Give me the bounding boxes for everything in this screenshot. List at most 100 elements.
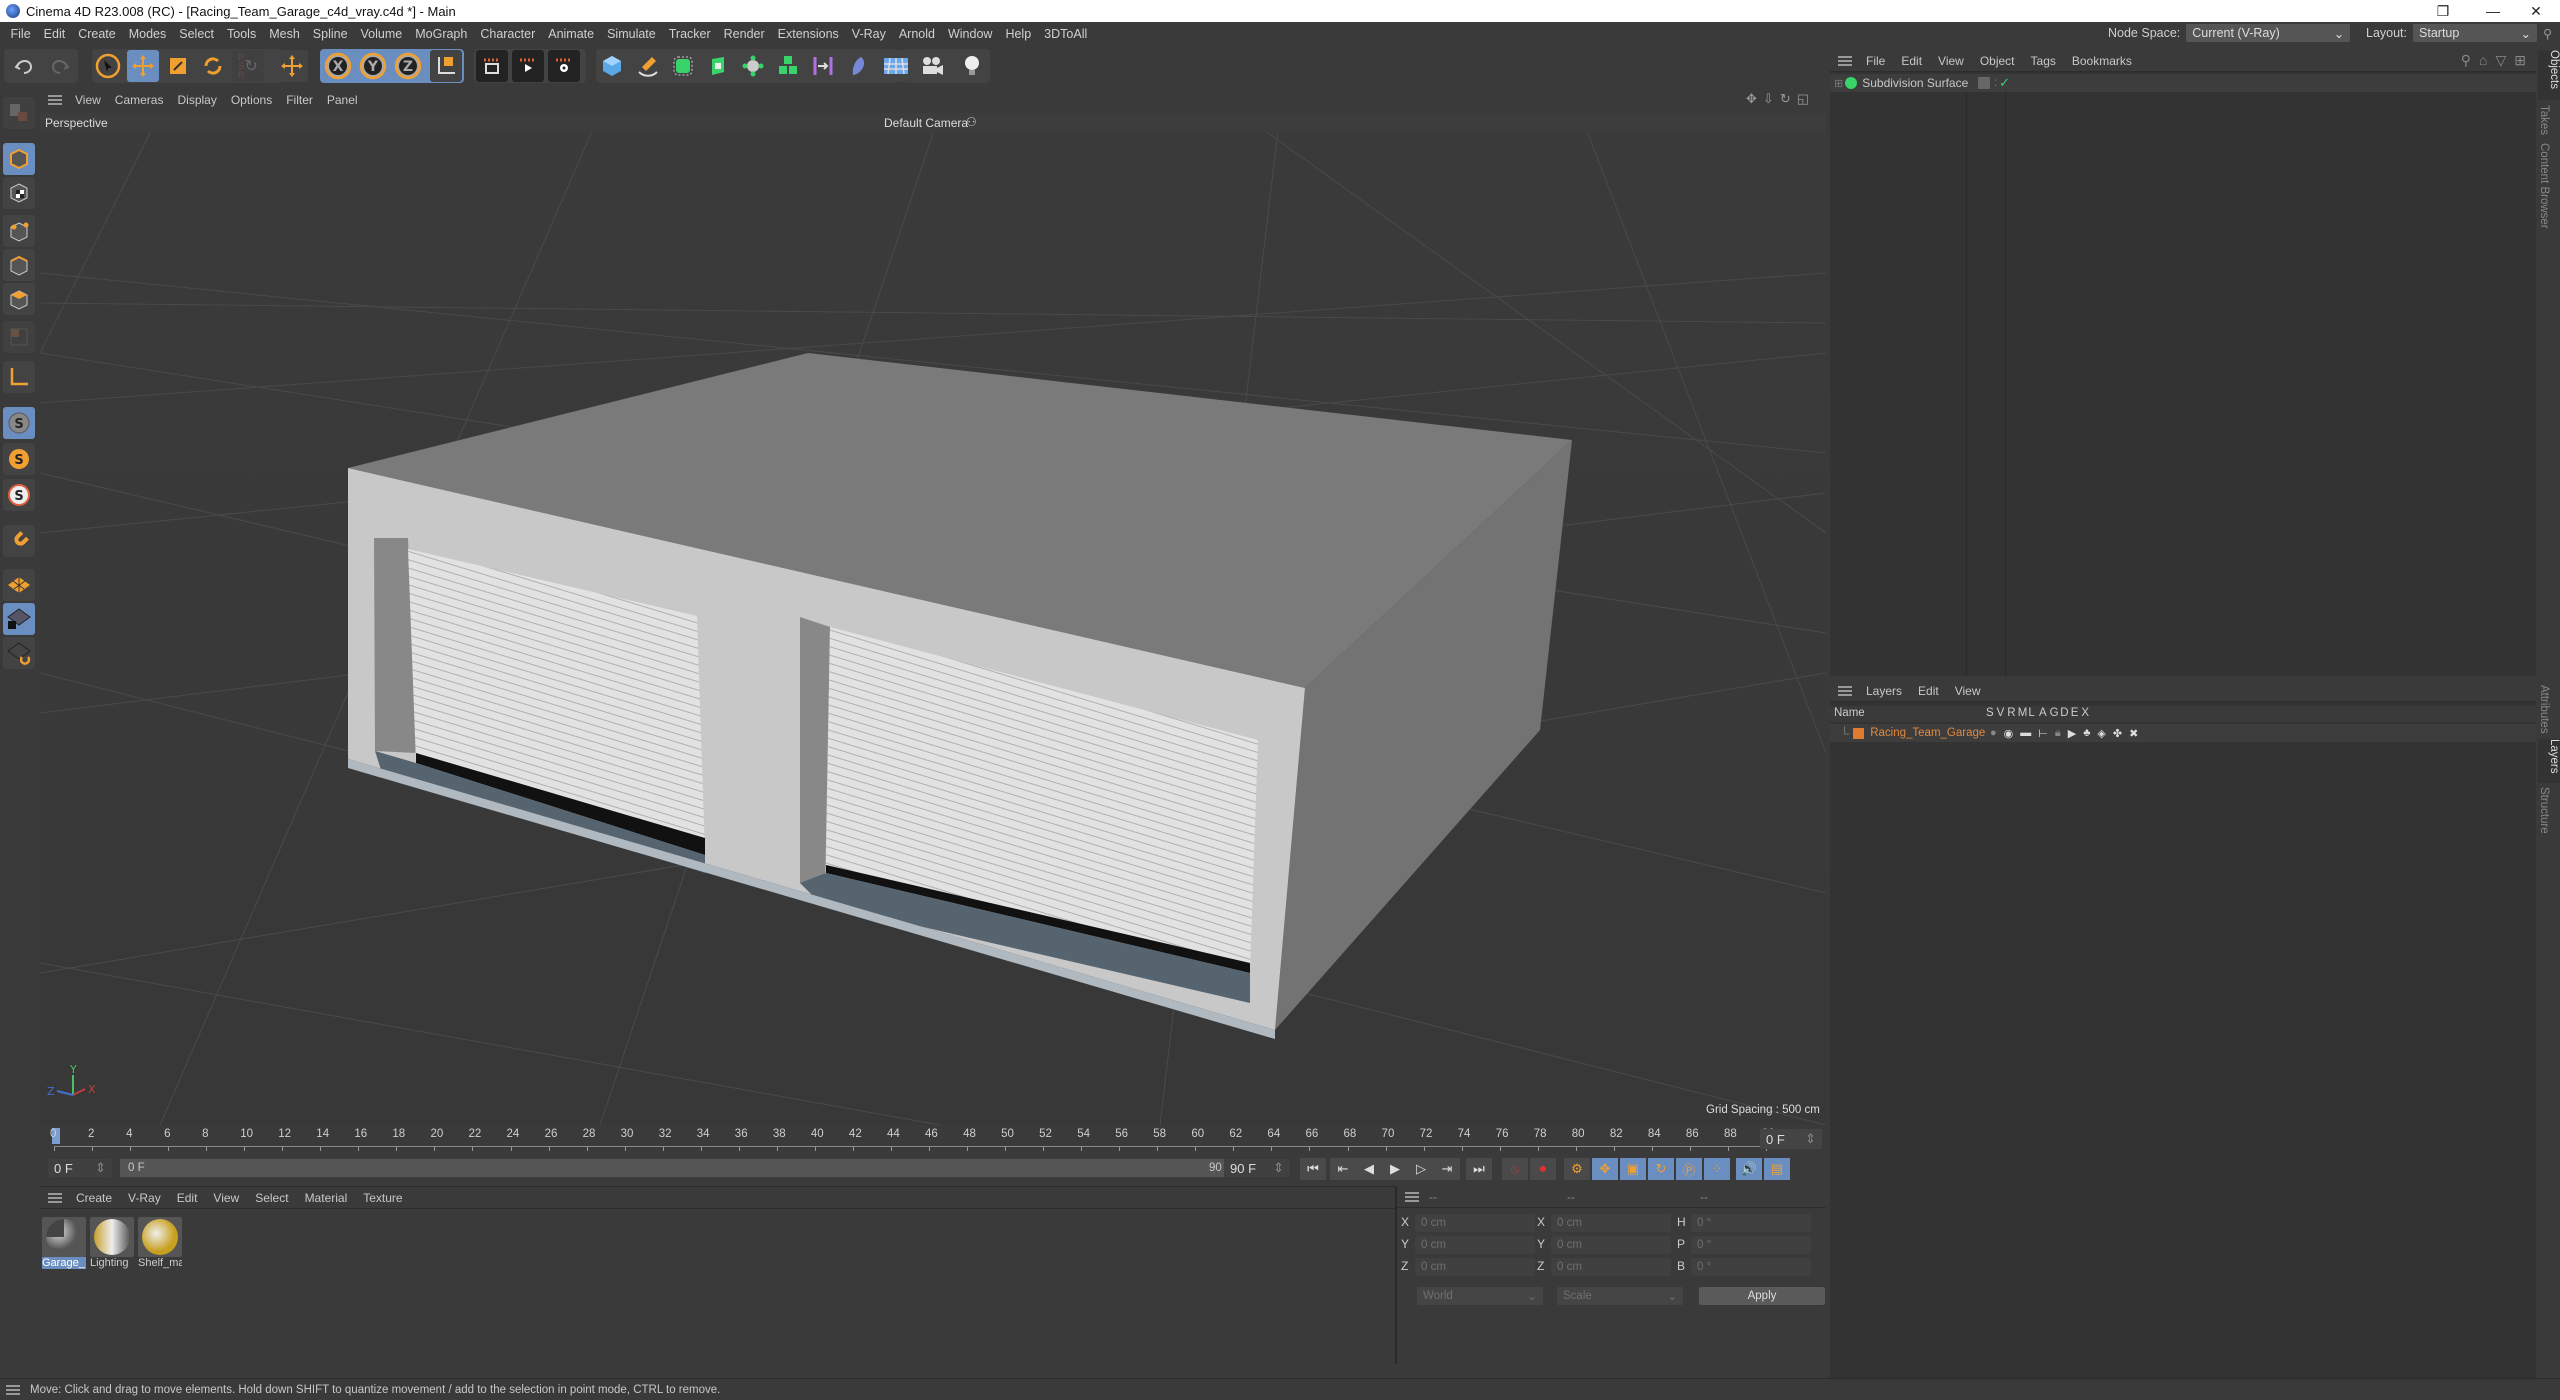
tab-attributes[interactable]: Attributes bbox=[2538, 685, 2550, 734]
object-menu-edit[interactable]: Edit bbox=[1893, 54, 1930, 68]
keyframe-settings-icon[interactable]: ⚙ bbox=[1564, 1158, 1590, 1180]
x-axis-icon[interactable]: X bbox=[322, 50, 354, 82]
menu-help[interactable]: Help bbox=[999, 27, 1038, 41]
viewport-menu-options[interactable]: Options bbox=[224, 93, 279, 107]
position-field[interactable]: 0 cm bbox=[1415, 1214, 1535, 1232]
object-row[interactable]: ⊞ Subdivision Surface ⁚ ✓ bbox=[1830, 74, 2536, 92]
render-view-icon[interactable] bbox=[476, 50, 508, 82]
menu-tracker[interactable]: Tracker bbox=[662, 27, 717, 41]
viewport-menu-filter[interactable]: Filter bbox=[279, 93, 320, 107]
current-frame-field[interactable]: 0 F ⇕ bbox=[1760, 1129, 1822, 1149]
search-icon[interactable]: ⚲ bbox=[2543, 26, 2552, 41]
rotation-field[interactable]: 0 ° bbox=[1691, 1258, 1811, 1276]
coordinate-system-icon[interactable] bbox=[430, 50, 462, 82]
uv-mode-icon[interactable] bbox=[3, 321, 35, 353]
key-position-icon[interactable]: ✥ bbox=[1592, 1158, 1618, 1180]
key-pla-icon[interactable]: ⁘ bbox=[1704, 1158, 1730, 1180]
redo-icon[interactable] bbox=[44, 50, 76, 82]
menu-simulate[interactable]: Simulate bbox=[601, 27, 663, 41]
sound-icon[interactable]: 🔊 bbox=[1736, 1158, 1762, 1180]
mograph-cloner-icon[interactable] bbox=[737, 50, 769, 82]
object-menu-file[interactable]: File bbox=[1858, 54, 1893, 68]
search-icon[interactable]: ⚲ bbox=[2461, 52, 2471, 69]
layer-menu-layers[interactable]: Layers bbox=[1858, 684, 1910, 698]
menu-create[interactable]: Create bbox=[72, 27, 123, 41]
position-field[interactable]: 0 cm bbox=[1415, 1236, 1535, 1254]
material-lighting[interactable]: Lighting bbox=[90, 1217, 134, 1273]
menu-tools[interactable]: Tools bbox=[221, 27, 263, 41]
locked-workplane-icon[interactable] bbox=[3, 603, 35, 635]
deformers-flag-icon[interactable]: ◈ bbox=[2097, 727, 2105, 740]
locked-flag-icon[interactable]: 🔒︎ bbox=[2055, 727, 2061, 740]
material-garage[interactable]: Garage_ bbox=[42, 1217, 86, 1273]
material-menu-texture[interactable]: Texture bbox=[355, 1191, 410, 1205]
light-icon[interactable] bbox=[956, 50, 988, 82]
pan-icon[interactable]: ✥ bbox=[1746, 91, 1757, 107]
menu-select[interactable]: Select bbox=[173, 27, 221, 41]
render-icon[interactable] bbox=[512, 50, 544, 82]
viewport-menu-cameras[interactable]: Cameras bbox=[108, 93, 171, 107]
layer-column-x[interactable]: X bbox=[2081, 707, 2089, 719]
filter-icon[interactable]: ▽ bbox=[2495, 52, 2506, 69]
tab-objects[interactable]: Objects bbox=[2538, 50, 2560, 100]
tab-structure[interactable]: Structure bbox=[2538, 787, 2550, 834]
make-editable-icon[interactable] bbox=[3, 97, 35, 129]
material-menu-edit[interactable]: Edit bbox=[169, 1191, 206, 1205]
expressions-flag-icon[interactable]: ✤ bbox=[2113, 727, 2122, 740]
layout-dropdown[interactable]: Startup ⌄ bbox=[2413, 24, 2538, 42]
material-menu-view[interactable]: View bbox=[205, 1191, 247, 1205]
tab-layers[interactable]: Layers bbox=[2538, 739, 2560, 783]
cube-icon[interactable] bbox=[596, 50, 628, 82]
key-rotation-icon[interactable]: ↻ bbox=[1648, 1158, 1674, 1180]
home-icon[interactable]: ⌂ bbox=[2479, 52, 2487, 69]
timeline-ruler[interactable]: 0 2 4 6 8 10 12 14 16 18 20 22 24 26 28 30 32 34 36 38 40 42 4… bbox=[40, 1125, 1826, 1157]
menu-v-ray[interactable]: V-Ray bbox=[845, 27, 892, 41]
move-icon[interactable] bbox=[127, 50, 159, 82]
material-menu-material[interactable]: Material bbox=[297, 1191, 356, 1205]
texture-mode-icon[interactable] bbox=[3, 177, 35, 209]
animation-flag-icon[interactable]: ▶ bbox=[2068, 727, 2076, 740]
layer-color-swatch[interactable] bbox=[1853, 727, 1865, 739]
solo-flag-icon[interactable]: ● bbox=[1990, 727, 1997, 740]
apply-button[interactable]: Apply bbox=[1699, 1287, 1825, 1305]
expand-icon[interactable]: ⊞ bbox=[1834, 77, 1843, 90]
autokey-icon[interactable]: ⏺ bbox=[1530, 1158, 1556, 1180]
undo-icon[interactable] bbox=[8, 50, 40, 82]
menu-render[interactable]: Render bbox=[717, 27, 771, 41]
menu-animate[interactable]: Animate bbox=[542, 27, 601, 41]
go-to-end-button[interactable]: ⏭ bbox=[1466, 1158, 1492, 1180]
deformer-icon[interactable] bbox=[807, 50, 839, 82]
go-to-start-button[interactable]: ⏮ bbox=[1300, 1158, 1326, 1180]
add-icon[interactable] bbox=[276, 50, 308, 82]
hamburger-icon[interactable] bbox=[1405, 1191, 1419, 1202]
rotate-icon[interactable] bbox=[197, 50, 229, 82]
menu-window[interactable]: Window bbox=[941, 27, 998, 41]
material-menu-v-ray[interactable]: V-Ray bbox=[120, 1191, 169, 1205]
hamburger-icon[interactable] bbox=[1838, 55, 1852, 66]
hamburger-icon[interactable] bbox=[48, 1192, 62, 1203]
layer-column-name[interactable]: Name bbox=[1834, 707, 1865, 719]
play-button[interactable]: ▶ bbox=[1382, 1158, 1408, 1180]
next-frame-button[interactable]: ▷ bbox=[1408, 1158, 1434, 1180]
solo-icon[interactable]: S bbox=[3, 443, 35, 475]
layer-menu-view[interactable]: View bbox=[1947, 684, 1989, 698]
menu-mesh[interactable]: Mesh bbox=[263, 27, 307, 41]
layer-tag-icon[interactable] bbox=[1978, 77, 1991, 89]
rotation-field[interactable]: 0 ° bbox=[1691, 1214, 1811, 1232]
coordinate-mode-dropdown[interactable]: World ⌄ bbox=[1417, 1287, 1543, 1305]
minimize-button[interactable]: — bbox=[2470, 0, 2516, 22]
menu-character[interactable]: Character bbox=[474, 27, 542, 41]
size-field[interactable]: 0 cm bbox=[1551, 1214, 1671, 1232]
point-mode-icon[interactable] bbox=[3, 215, 35, 247]
layer-menu-edit[interactable]: Edit bbox=[1910, 684, 1947, 698]
position-field[interactable]: 0 cm bbox=[1415, 1258, 1535, 1276]
close-button[interactable]: ✕ bbox=[2514, 0, 2558, 22]
range-slider[interactable]: 0 F 90 F bbox=[120, 1159, 1240, 1177]
camera-icon[interactable] bbox=[916, 50, 948, 82]
scale-icon[interactable] bbox=[162, 50, 194, 82]
previous-frame-button[interactable]: ◀ bbox=[1356, 1158, 1382, 1180]
transform-dropdown[interactable]: Scale ⌄ bbox=[1557, 1287, 1683, 1305]
menu-3dtoall[interactable]: 3DToAll bbox=[1038, 27, 1094, 41]
material-menu-select[interactable]: Select bbox=[247, 1191, 296, 1205]
subdivision-icon[interactable] bbox=[667, 50, 699, 82]
